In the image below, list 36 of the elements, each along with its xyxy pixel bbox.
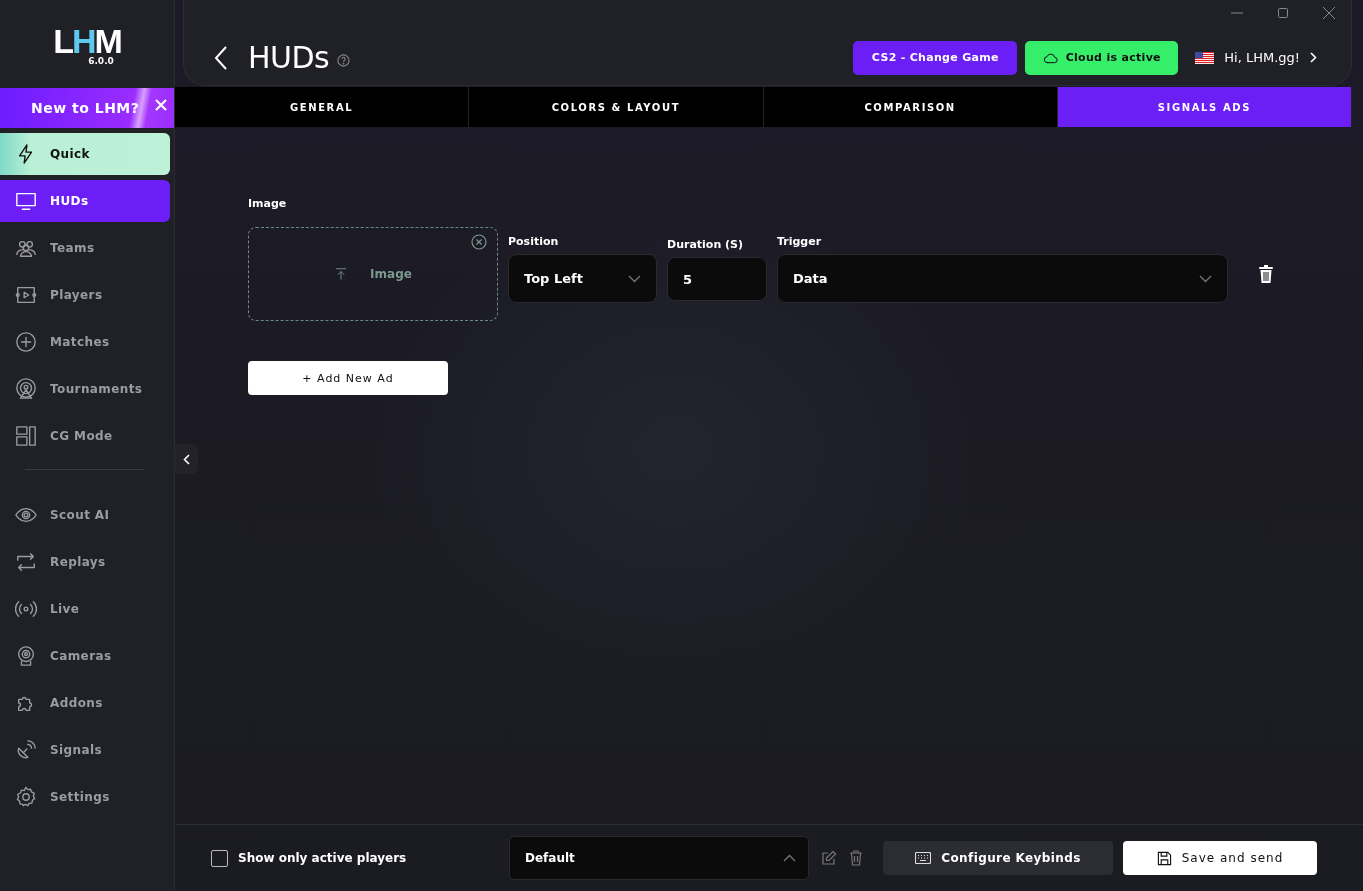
sidebar-item[interactable]: Settings [0,776,170,818]
save-button[interactable]: Save and send [1123,841,1317,875]
section-label: Image [248,197,288,210]
logo: LHM [53,26,121,56]
field-label: Position [508,235,560,248]
cloud-status-button[interactable]: Cloud is active [1025,40,1179,75]
tab[interactable]: SIGNALS ADS [1057,87,1352,127]
active-players-checkbox[interactable]: Show only active players [211,849,509,867]
sidebar-item[interactable]: Teams [0,227,170,269]
version-label: 6.0.0 [88,56,114,66]
input-field[interactable]: 5 [667,257,767,301]
sidebar-item[interactable]: Scout AI [0,494,170,536]
configure-keybinds-button[interactable]: Configure Keybinds [883,841,1113,875]
sidebar-item[interactable]: Cameras [0,635,170,677]
preset-dropdown[interactable]: Default [509,836,809,880]
dropdown[interactable]: Data [777,254,1228,303]
sidebar-item[interactable]: Quick [0,133,170,175]
change-game-button[interactable]: CS2 - Change Game [853,40,1018,75]
sidebar-item[interactable]: Players [0,274,170,316]
add-ad-button[interactable]: + Add New Ad [248,361,448,395]
page-title: HUDs [248,40,330,75]
sidebar-item[interactable]: Signals [0,729,170,771]
sidebar-item[interactable]: Tournaments [0,368,170,410]
sidebar-item[interactable]: Addons [0,682,170,724]
sidebar-item[interactable]: Live [0,588,170,630]
banner-text: New to LHM? [31,100,140,116]
sidebar-item[interactable]: HUDs [0,180,170,222]
field-label: Trigger [777,235,823,248]
sidebar-item[interactable]: Matches [0,321,170,363]
user-menu[interactable]: Hi, LHM.gg! [1189,49,1323,66]
dropdown[interactable]: Top Left [508,254,657,303]
sidebar-item[interactable]: CG Mode [0,415,170,457]
promo-banner[interactable]: New to LHM? [0,88,174,128]
sidebar-item[interactable]: Replays [0,541,170,583]
image-upload-area[interactable]: Image [248,227,498,321]
field-label: Duration (S) [667,238,745,251]
